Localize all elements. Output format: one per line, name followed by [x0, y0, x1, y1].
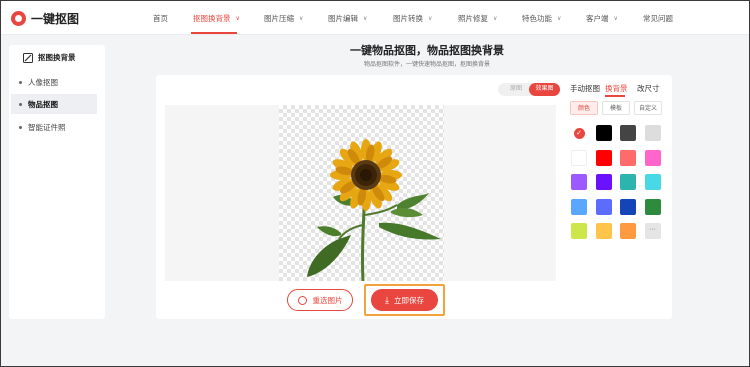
bullet-icon [19, 102, 22, 106]
nav-image-edit[interactable]: 图片编辑 ∨ [328, 13, 367, 24]
color-swatch[interactable] [571, 149, 587, 166]
color-swatch[interactable] [595, 125, 612, 141]
toggle-original[interactable]: 原图 [503, 83, 529, 96]
nav-client[interactable]: 客户端 ∨ [586, 13, 618, 24]
logo-icon [11, 11, 26, 26]
sidebar-item-portrait[interactable]: 人像抠图 [11, 72, 97, 92]
color-swatch[interactable] [644, 149, 661, 166]
chevron-down-icon: ∨ [363, 16, 368, 22]
color-swatch[interactable] [620, 174, 636, 190]
tab-resize[interactable]: 改尺寸 [637, 83, 660, 94]
sidebar-item-id-photo[interactable]: 智能证件照 [11, 117, 97, 137]
color-swatch[interactable] [620, 149, 636, 166]
bullet-icon [19, 80, 22, 84]
color-swatch[interactable] [620, 125, 636, 141]
subtab-template[interactable]: 模板 [602, 101, 630, 115]
nav-home[interactable]: 首页 [153, 13, 168, 24]
nav-image-convert[interactable]: 图片转换 ∨ [393, 13, 432, 24]
nav-cutout-background[interactable]: 抠图换背景 ∨ [193, 13, 240, 24]
sunflower-image [307, 139, 441, 282]
color-swatch[interactable] [595, 223, 612, 239]
color-swatch[interactable] [571, 223, 587, 239]
sidebar-header: 抠图换背景 [23, 52, 76, 63]
chevron-down-icon: ∨ [493, 16, 498, 22]
transparent-canvas[interactable] [279, 105, 444, 282]
nav-features[interactable]: 特色功能 ∨ [522, 13, 561, 24]
page-title: 一键物品抠图，物品抠图换背景 [350, 45, 504, 57]
chevron-down-icon: ∨ [613, 16, 618, 22]
refresh-icon [297, 295, 307, 305]
color-swatch[interactable] [644, 125, 661, 141]
nav-faq[interactable]: 常见问题 [643, 13, 673, 24]
color-swatch[interactable] [644, 174, 661, 190]
chevron-down-icon: ∨ [557, 16, 562, 22]
brand-logo[interactable]: 一键抠图 [11, 10, 79, 27]
view-toggle: 原图 效果图 [498, 83, 560, 96]
color-swatch[interactable] [620, 198, 636, 215]
color-swatch[interactable] [595, 149, 612, 166]
tab-manual-cutout[interactable]: 手动抠图 [570, 83, 600, 94]
color-swatch[interactable] [595, 198, 612, 215]
nav-photo-repair[interactable]: 照片修复 ∨ [458, 13, 497, 24]
top-navigation: 一键抠图 首页 抠图换背景 ∨ 图片压缩 ∨ 图片编辑 ∨ 图片转换 ∨ 照片修复 ∨ 特… [1, 1, 749, 35]
color-swatch[interactable] [644, 198, 661, 215]
reselect-image-button[interactable]: 重选图片 [287, 289, 353, 311]
more-colors-button[interactable]: ··· [644, 223, 661, 239]
color-swatch[interactable] [571, 198, 587, 215]
checkmark-icon: ✓ [573, 127, 585, 139]
color-swatch[interactable] [595, 174, 612, 190]
color-swatch[interactable] [571, 174, 587, 190]
cutout-icon [23, 52, 33, 63]
subtab-custom[interactable]: 自定义 [634, 101, 662, 115]
sidebar-item-object[interactable]: 物品抠图 [11, 94, 97, 114]
page-subtitle: 物品抠图软件，一键快速物品抠图，抠图换背景 [363, 62, 490, 68]
toggle-result[interactable]: 效果图 [529, 83, 560, 96]
active-nav-indicator [191, 32, 237, 34]
save-now-button[interactable]: ⤓ 立即保存 [371, 289, 438, 311]
chevron-down-icon: ∨ [428, 16, 433, 22]
download-icon: ⤓ [385, 294, 389, 305]
color-swatch-selected[interactable]: ✓ [571, 125, 587, 141]
bullet-icon [19, 125, 22, 129]
chevron-down-icon: ∨ [235, 16, 240, 22]
subtab-color[interactable]: 颜色 [570, 101, 598, 115]
chevron-down-icon: ∨ [299, 16, 304, 22]
tab-change-background[interactable]: 换背景 [605, 83, 628, 94]
app-window: 一键抠图 首页 抠图换背景 ∨ 图片压缩 ∨ 图片编辑 ∨ 图片转换 ∨ 照片修复 ∨ 特… [1, 1, 749, 366]
brand-name: 一键抠图 [31, 12, 80, 26]
nav-image-compress[interactable]: 图片压缩 ∨ [264, 13, 303, 24]
active-tab-indicator [605, 95, 625, 97]
color-swatch[interactable] [620, 223, 636, 239]
sidebar-title: 抠图换背景 [38, 53, 76, 62]
